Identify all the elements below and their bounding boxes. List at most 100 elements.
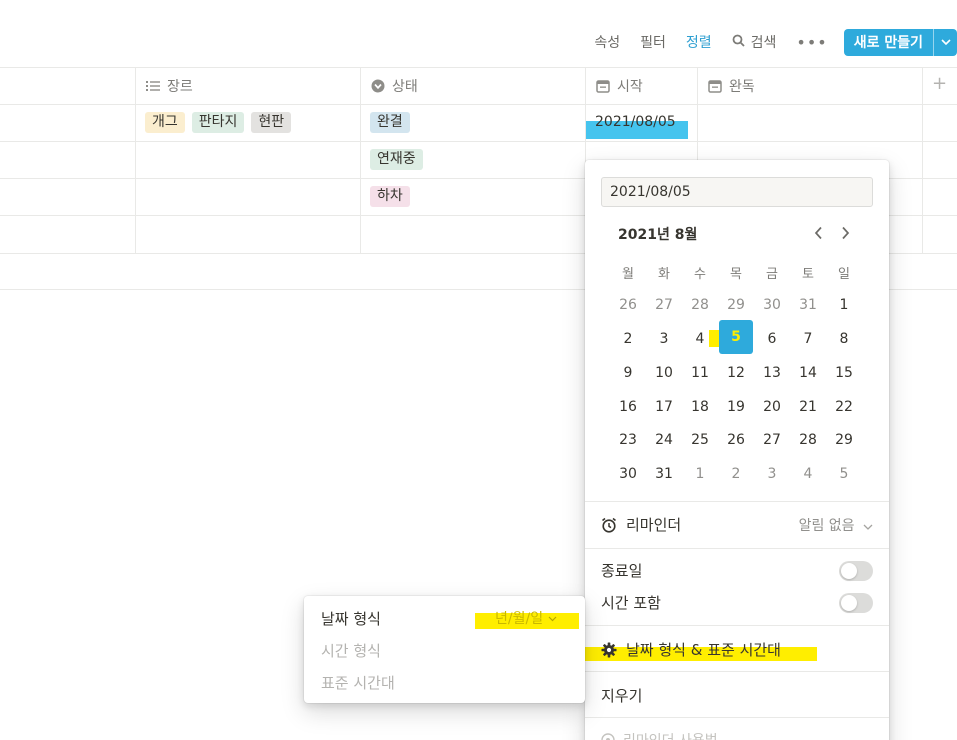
calendar-day[interactable]: 3 xyxy=(647,324,681,354)
weekday-label: 목 xyxy=(730,267,742,282)
calendar-day[interactable]: 27 xyxy=(647,290,681,320)
calendar-icon xyxy=(595,78,610,93)
date-format-select[interactable]: 년/월/일 xyxy=(495,608,557,628)
calendar-day[interactable]: 4 xyxy=(791,459,825,489)
calendar-day[interactable]: 22 xyxy=(827,392,861,422)
date-input[interactable]: 2021/08/05 xyxy=(601,177,873,207)
calendar-day[interactable]: 30 xyxy=(755,290,789,320)
calendar-day[interactable]: 5 xyxy=(827,459,861,489)
include-time-toggle[interactable] xyxy=(839,593,873,613)
calendar-icon xyxy=(707,78,722,93)
add-column-icon[interactable]: + xyxy=(932,73,947,94)
list-icon xyxy=(145,78,160,93)
date-format-value: 년/월/일 xyxy=(495,611,544,627)
calendar-day[interactable]: 15 xyxy=(827,358,861,388)
calendar-day[interactable]: 12 xyxy=(719,358,753,388)
calendar-day[interactable]: 29 xyxy=(827,425,861,455)
new-button[interactable]: 새로 만들기 xyxy=(844,29,933,56)
column-header-start[interactable]: 시작 xyxy=(586,67,643,104)
calendar-day[interactable]: 24 xyxy=(647,425,681,455)
calendar-day[interactable]: 20 xyxy=(755,392,789,422)
calendar-day[interactable]: 16 xyxy=(611,392,645,422)
calendar-day[interactable]: 8 xyxy=(827,324,861,354)
divider xyxy=(585,625,889,626)
sort-button[interactable]: 정렬 xyxy=(686,32,712,52)
prev-month-button[interactable] xyxy=(809,222,827,244)
more-options-icon[interactable]: ••• xyxy=(796,33,827,52)
calendar-day[interactable]: 9 xyxy=(611,358,645,388)
date-format-label[interactable]: 날짜 형식 xyxy=(321,608,381,629)
chevron-down-icon[interactable] xyxy=(933,28,957,56)
column-header-label: 완독 xyxy=(729,78,755,95)
genre-tag: 현판 xyxy=(251,112,292,133)
weekday-label: 일 xyxy=(838,267,850,282)
calendar-day-selected[interactable]: 5 xyxy=(719,320,753,354)
end-date-toggle[interactable] xyxy=(839,561,873,581)
date-format-timezone-label: 날짜 형식 & 표준 시간대 xyxy=(626,641,781,659)
divider xyxy=(922,67,923,253)
timezone-label: 표준 시간대 xyxy=(321,674,395,692)
calendar-day[interactable]: 25 xyxy=(683,425,717,455)
calendar-day[interactable]: 19 xyxy=(719,392,753,422)
chevron-down-icon xyxy=(543,610,557,626)
calendar-day[interactable]: 3 xyxy=(755,459,789,489)
properties-button[interactable]: 속성 xyxy=(594,32,620,52)
calendar-day[interactable]: 26 xyxy=(611,290,645,320)
help-icon xyxy=(601,733,615,740)
calendar-day[interactable]: 23 xyxy=(611,425,645,455)
reminder-row[interactable]: 리마인더 xyxy=(601,514,681,535)
next-month-button[interactable] xyxy=(836,222,854,244)
column-header-label: 시작 xyxy=(617,78,643,95)
search-label: 검색 xyxy=(750,35,777,51)
weekday-label: 화 xyxy=(658,267,670,282)
calendar-day[interactable]: 11 xyxy=(683,358,717,388)
select-icon xyxy=(370,78,385,93)
search-button[interactable]: 검색 xyxy=(732,32,777,52)
column-header-genre[interactable]: 장르 xyxy=(136,67,193,104)
time-format-label: 시간 형식 xyxy=(321,642,381,660)
calendar-day[interactable]: 17 xyxy=(647,392,681,422)
calendar-day[interactable]: 2 xyxy=(611,324,645,354)
calendar-day[interactable]: 6 xyxy=(755,324,789,354)
view-toolbar: 속성 필터 정렬 검색 ••• 새로 만들기 xyxy=(594,28,957,56)
reminder-value[interactable]: 알림 없음 xyxy=(799,515,873,535)
reminder-help-label: 리마인더 사용법 xyxy=(623,730,718,740)
calendar-day[interactable]: 1 xyxy=(683,459,717,489)
status-cell[interactable]: 연재중 xyxy=(361,141,430,178)
status-cell[interactable]: 하차 xyxy=(361,178,417,215)
filter-button[interactable]: 필터 xyxy=(640,32,666,52)
date-format-timezone-button[interactable]: 날짜 형식 & 표준 시간대 xyxy=(601,639,781,660)
status-cell[interactable]: 완결 xyxy=(361,104,417,141)
clear-button[interactable]: 지우기 xyxy=(601,685,642,706)
calendar-day[interactable]: 31 xyxy=(791,290,825,320)
divider xyxy=(0,141,957,142)
start-date-cell[interactable]: 2021/08/05 xyxy=(595,114,676,130)
include-time-label: 시간 포함 xyxy=(601,594,661,612)
calendar-day[interactable]: 14 xyxy=(791,358,825,388)
calendar-day[interactable]: 13 xyxy=(755,358,789,388)
column-header-status[interactable]: 상태 xyxy=(361,67,418,104)
calendar-day[interactable]: 28 xyxy=(791,425,825,455)
calendar-day[interactable]: 26 xyxy=(719,425,753,455)
column-header-label: 상태 xyxy=(392,78,418,95)
calendar-day[interactable]: 31 xyxy=(647,459,681,489)
divider xyxy=(585,548,889,549)
genre-cell[interactable]: 개그 판타지 현판 xyxy=(136,104,298,141)
alarm-clock-icon xyxy=(601,517,617,533)
calendar-day[interactable]: 1 xyxy=(827,290,861,320)
calendar-day[interactable]: 2 xyxy=(719,459,753,489)
weekday-label: 토 xyxy=(802,267,814,282)
calendar-day[interactable]: 28 xyxy=(683,290,717,320)
genre-tag: 판타지 xyxy=(191,112,245,133)
column-header-finish[interactable]: 완독 xyxy=(698,67,755,104)
calendar-day[interactable]: 10 xyxy=(647,358,681,388)
end-date-label: 종료일 xyxy=(601,562,643,580)
weekday-label: 금 xyxy=(766,267,778,282)
calendar-day[interactable]: 7 xyxy=(791,324,825,354)
calendar-day[interactable]: 27 xyxy=(755,425,789,455)
calendar-day[interactable]: 29 xyxy=(719,290,753,320)
calendar-day[interactable]: 30 xyxy=(611,459,645,489)
calendar-day[interactable]: 21 xyxy=(791,392,825,422)
calendar-day[interactable]: 18 xyxy=(683,392,717,422)
reminder-help-link[interactable]: 리마인더 사용법 xyxy=(601,730,718,740)
